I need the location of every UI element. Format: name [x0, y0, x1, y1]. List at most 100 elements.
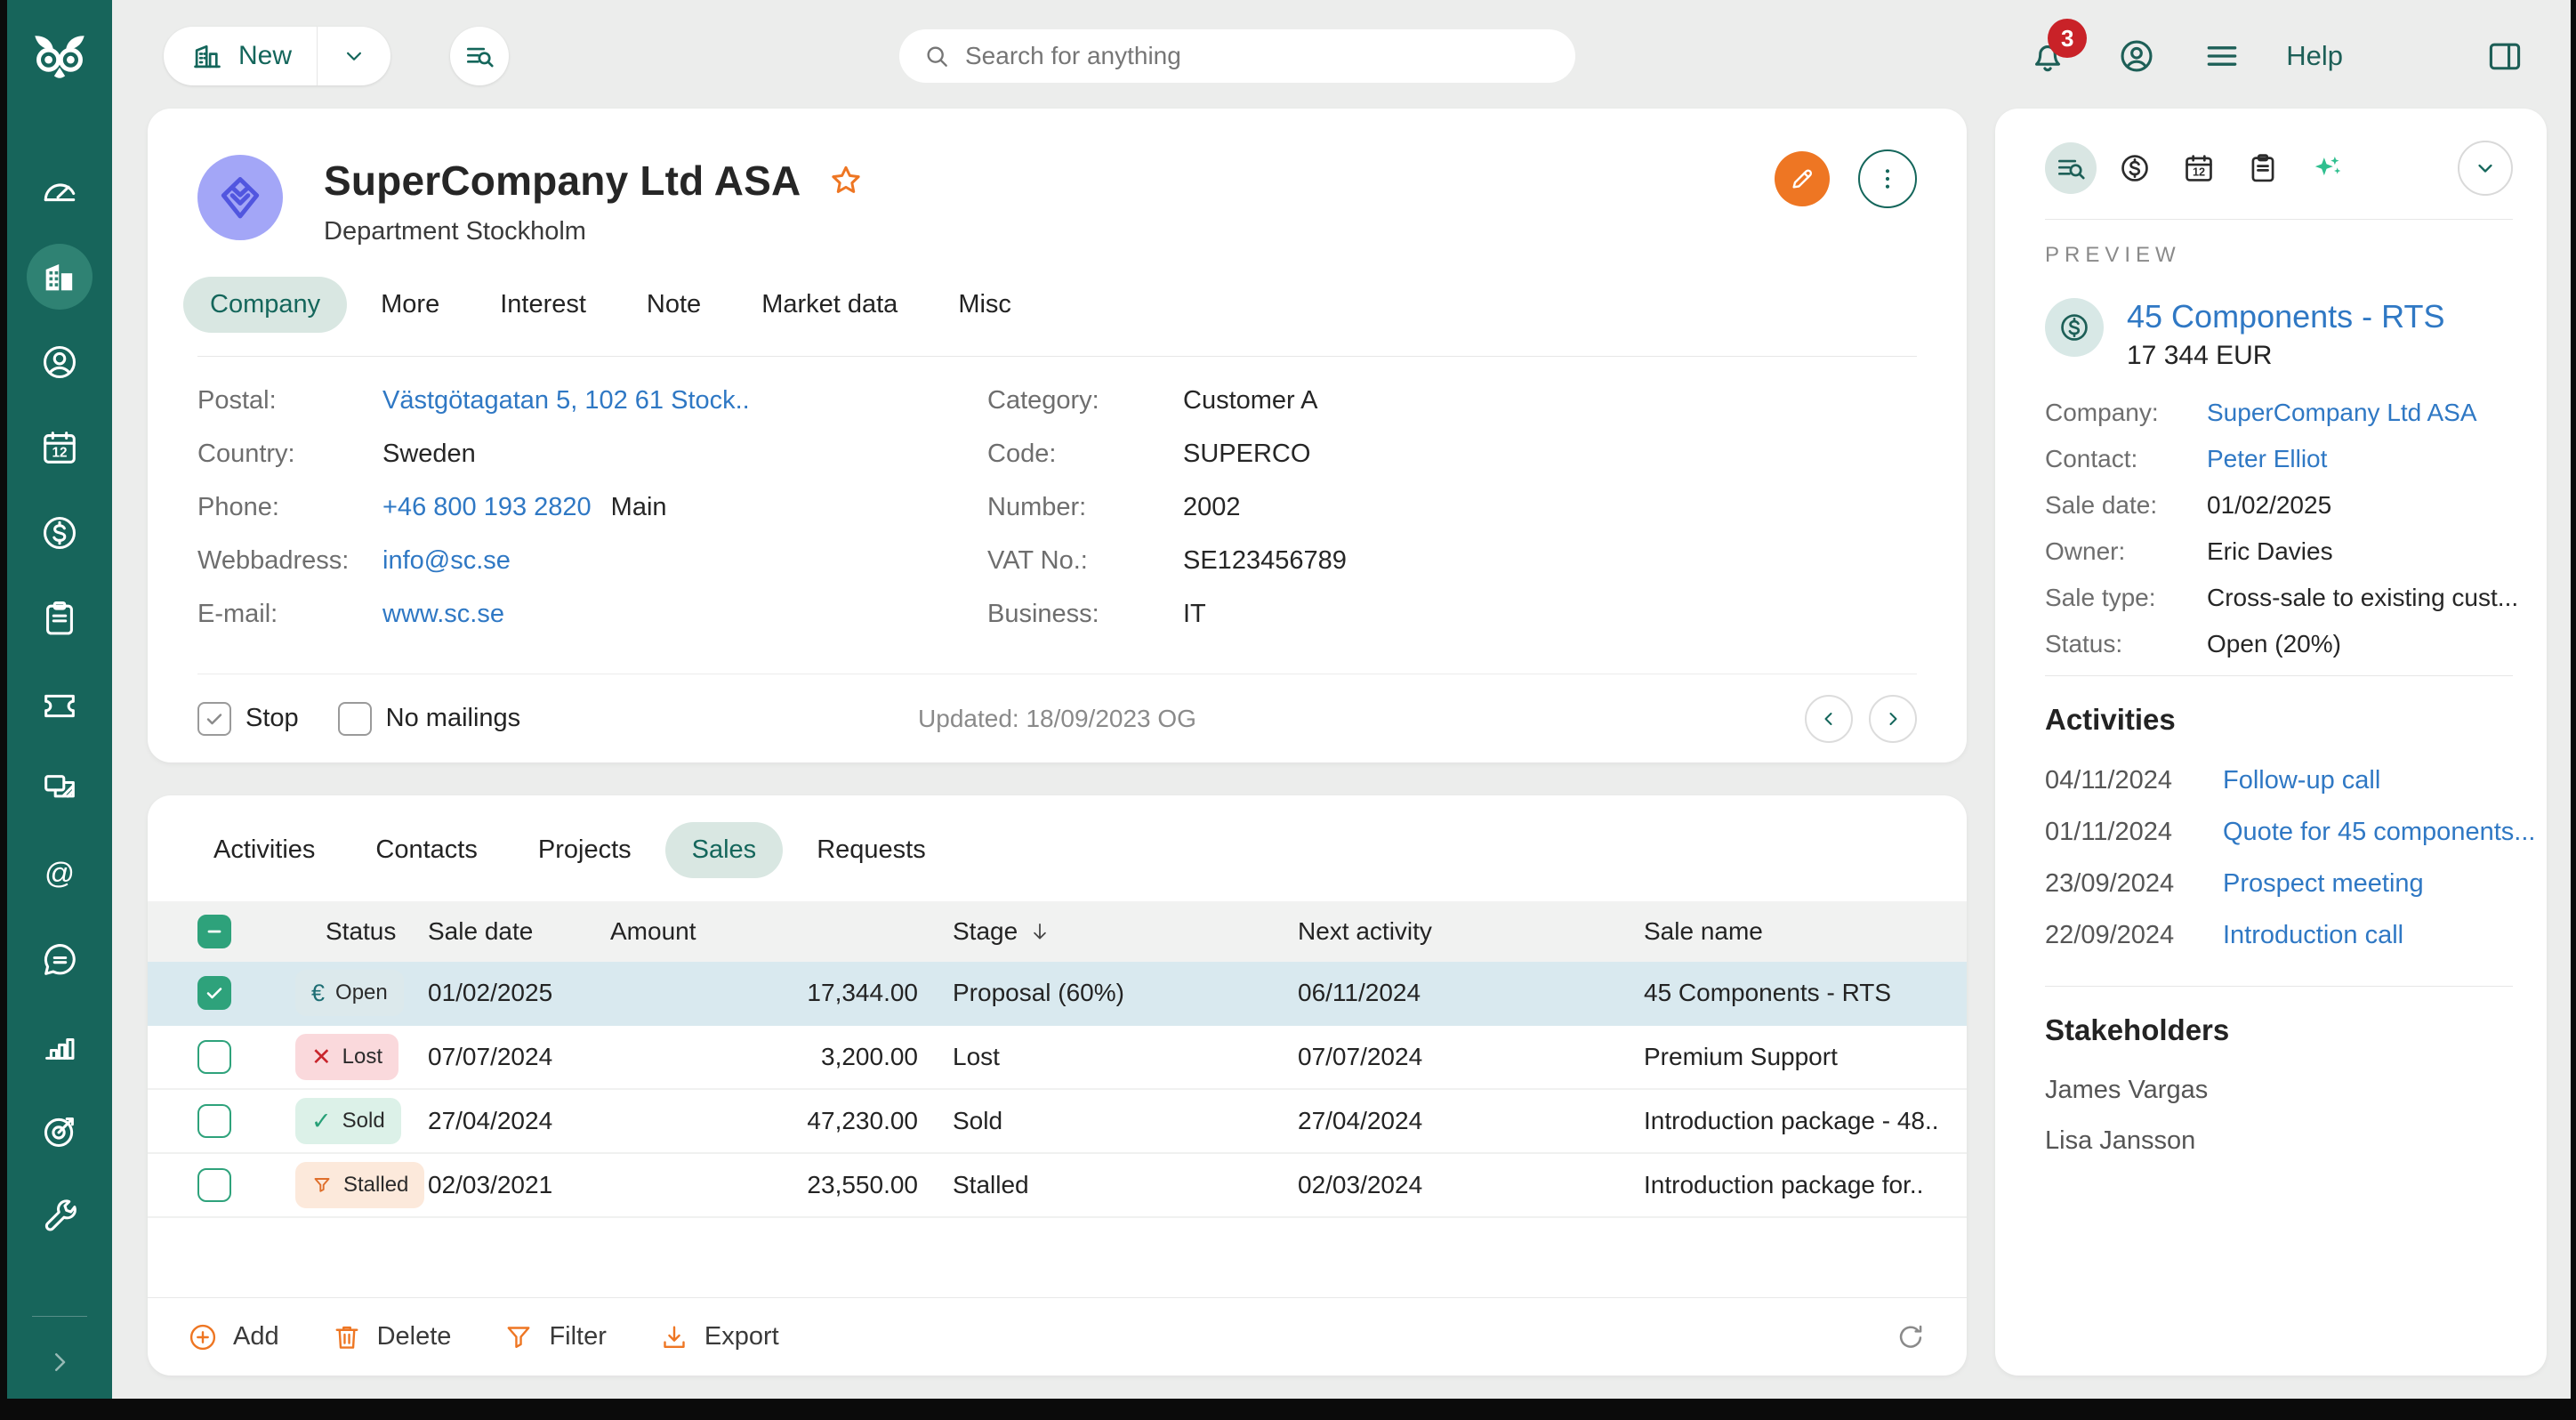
edit-button[interactable] — [1775, 151, 1830, 206]
sidebar-item-sales[interactable] — [27, 500, 93, 566]
detail-tab-projects[interactable]: Projects — [511, 822, 658, 878]
table-row[interactable]: ✕Lost07/07/20243,200.00Lost07/07/2024Pre… — [148, 1026, 1967, 1090]
no-mailings-checkbox-row[interactable]: No mailings — [338, 702, 521, 736]
sale-date-cell: 27/04/2024 — [428, 1107, 610, 1135]
notifications-button[interactable]: 3 — [2028, 36, 2067, 76]
gem-logo-icon — [215, 173, 265, 222]
company-tabs: CompanyMoreInterestNoteMarket dataMisc — [148, 246, 1967, 333]
sparkles-icon — [2310, 151, 2344, 185]
find-button[interactable] — [450, 27, 509, 85]
preview-field-row: Sale date:01/02/2025 — [2045, 490, 2513, 520]
next-activity-cell: 06/11/2024 — [1263, 979, 1609, 1007]
panel-tab-projects-button[interactable] — [2237, 142, 2289, 194]
company-tab-more[interactable]: More — [354, 277, 466, 333]
column-header-stage[interactable]: Stage — [918, 917, 1263, 946]
next-activity-cell: 07/07/2024 — [1263, 1043, 1609, 1071]
sidebar-item-requests[interactable] — [27, 671, 93, 737]
panel-tab-sales-button[interactable] — [2109, 142, 2161, 194]
column-header-sale-date[interactable]: Sale date — [428, 917, 610, 946]
company-tab-misc[interactable]: Misc — [931, 277, 1038, 333]
side-panel-toggle-button[interactable] — [2485, 36, 2524, 76]
table-row[interactable]: €Open01/02/202517,344.00Proposal (60%)06… — [148, 962, 1967, 1026]
field-suffix: Main — [611, 492, 667, 522]
panel-tab-ai-button[interactable] — [2301, 142, 2353, 194]
column-header-amount[interactable]: Amount — [610, 917, 918, 946]
select-all-checkbox[interactable] — [197, 915, 231, 948]
delete-button[interactable]: Delete — [331, 1321, 452, 1353]
stakeholder-name: James Vargas — [2045, 1076, 2513, 1105]
table-row[interactable]: Stalled02/03/202123,550.00Stalled02/03/2… — [148, 1154, 1967, 1218]
sidebar-item-dashboard[interactable] — [27, 158, 93, 224]
stakeholders-list: James VargasLisa Jansson — [2045, 1076, 2513, 1156]
company-tab-note[interactable]: Note — [620, 277, 728, 333]
company-tab-market-data[interactable]: Market data — [735, 277, 924, 333]
activity-link[interactable]: Follow-up call — [2223, 765, 2380, 795]
table-row[interactable]: ✓Sold27/04/202447,230.00Sold27/04/2024In… — [148, 1090, 1967, 1154]
sidebar-item-selections[interactable] — [27, 756, 93, 822]
panel-tab-diary-button[interactable]: 12 — [2173, 142, 2225, 194]
export-button[interactable]: Export — [658, 1321, 779, 1353]
field-value[interactable]: Peter Elliot — [2207, 444, 2327, 474]
no-mailings-checkbox[interactable] — [338, 702, 372, 736]
sidebar-item-mailings[interactable]: @ — [27, 842, 93, 908]
company-tab-interest[interactable]: Interest — [473, 277, 613, 333]
activity-link[interactable]: Prospect meeting — [2223, 868, 2424, 899]
table-header-row: StatusSale dateAmountStageNext activityS… — [148, 901, 1967, 962]
panel-collapse-button[interactable] — [2458, 141, 2513, 196]
row-checkbox[interactable] — [197, 1168, 231, 1202]
sidebar-expand-chevron-icon[interactable] — [46, 1349, 73, 1376]
row-checkbox[interactable] — [197, 976, 231, 1010]
add-button[interactable]: Add — [187, 1321, 279, 1353]
detail-tab-requests[interactable]: Requests — [790, 822, 953, 878]
previous-record-button[interactable] — [1805, 695, 1853, 743]
sidebar-item-chat[interactable] — [27, 927, 93, 993]
panel-tab-find-button[interactable] — [2045, 142, 2097, 194]
help-link[interactable]: Help — [2286, 40, 2343, 72]
user-profile-button[interactable] — [2117, 36, 2156, 76]
more-actions-button[interactable] — [1858, 149, 1917, 208]
stop-checkbox-row[interactable]: Stop — [197, 702, 299, 736]
sidebar-item-contacts[interactable] — [27, 329, 93, 395]
new-dropdown-button[interactable] — [318, 43, 390, 69]
column-header-sale-name[interactable]: Sale name — [1609, 917, 1967, 946]
preview-field-row: Status:Open (20%) — [2045, 629, 2513, 659]
main-menu-button[interactable] — [2202, 36, 2242, 76]
detail-tab-activities[interactable]: Activities — [187, 822, 342, 878]
sidebar: 12 @ — [7, 0, 112, 1399]
column-header-status[interactable]: Status — [295, 917, 428, 946]
activity-link[interactable]: Introduction call — [2223, 920, 2403, 950]
sidebar-item-reports[interactable] — [27, 1013, 93, 1078]
detail-tab-sales[interactable]: Sales — [665, 822, 784, 878]
filter-button[interactable]: Filter — [503, 1321, 606, 1353]
next-record-button[interactable] — [1869, 695, 1917, 743]
row-checkbox[interactable] — [197, 1104, 231, 1138]
sidebar-item-companies[interactable] — [27, 244, 93, 310]
company-tab-company[interactable]: Company — [183, 277, 347, 333]
sidebar-item-settings[interactable] — [27, 1183, 93, 1249]
field-value[interactable]: +46 800 193 2820 — [382, 492, 592, 522]
stop-checkbox[interactable] — [197, 702, 231, 736]
detail-tab-contacts[interactable]: Contacts — [349, 822, 503, 878]
column-header-next-activity[interactable]: Next activity — [1263, 917, 1609, 946]
sidebar-item-diary[interactable]: 12 — [27, 415, 93, 480]
sale-title-link[interactable]: 45 Components - RTS — [2127, 298, 2445, 335]
activity-link[interactable]: Quote for 45 components... — [2223, 817, 2535, 847]
field-value[interactable]: SuperCompany Ltd ASA — [2207, 398, 2477, 428]
field-row: Phone:+46 800 193 2820Main — [197, 492, 987, 522]
no-mailings-label: No mailings — [386, 704, 521, 733]
favorite-star-icon[interactable] — [827, 162, 865, 199]
new-button[interactable]: New — [164, 39, 317, 73]
field-value[interactable]: Västgötagatan 5, 102 61 Stock.. — [382, 385, 750, 416]
projects-icon — [39, 598, 80, 639]
status-badge: Stalled — [295, 1162, 424, 1208]
search-input[interactable] — [965, 42, 1552, 70]
search-icon — [922, 42, 951, 70]
brand-owl-logo[interactable] — [28, 34, 91, 85]
field-value[interactable]: www.sc.se — [382, 599, 504, 629]
panel-toggle-icon — [2485, 36, 2524, 76]
row-checkbox[interactable] — [197, 1040, 231, 1074]
sidebar-item-marketing[interactable] — [27, 1098, 93, 1164]
field-value[interactable]: info@sc.se — [382, 545, 511, 576]
sidebar-item-projects[interactable] — [27, 585, 93, 651]
refresh-button[interactable] — [1894, 1320, 1928, 1354]
